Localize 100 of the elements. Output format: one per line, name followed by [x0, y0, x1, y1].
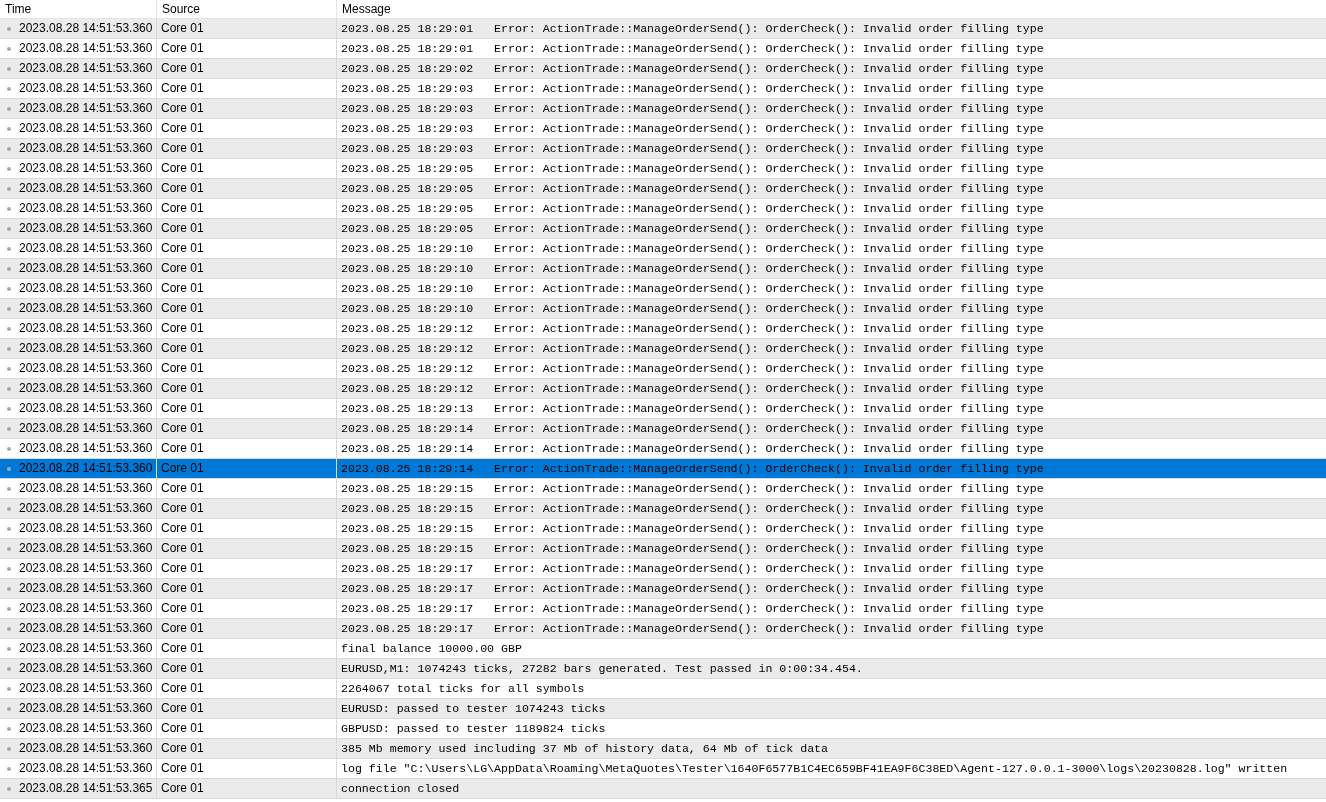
time-cell-text: 2023.08.28 14:51:53.360 — [19, 100, 153, 117]
log-row[interactable]: 2023.08.28 14:51:53.360 Core 01 2023.08.25 18:29:13 Error: ActionTrade::ManageOrderSend(): OrderCheck(): Invalid order filling type — [0, 399, 1326, 419]
source-cell-text: Core 01 — [161, 240, 204, 257]
bullet-icon — [7, 406, 11, 411]
log-row[interactable]: 2023.08.28 14:51:53.360 Core 01 2023.08.25 18:29:05 Error: ActionTrade::ManageOrderSend(): OrderCheck(): Invalid order filling type — [0, 199, 1326, 219]
log-row[interactable]: 2023.08.28 14:51:53.360 Core 01 2023.08.25 18:29:10 Error: ActionTrade::ManageOrderSend(): OrderCheck(): Invalid order filling type — [0, 239, 1326, 259]
source-cell-text: Core 01 — [161, 200, 204, 217]
message-cell-text: 2023.08.25 18:29:10 Error: ActionTrade::ManageOrderSend(): OrderCheck(): Invalid order filling type — [341, 261, 1044, 277]
message-cell-text: 2023.08.25 18:29:01 Error: ActionTrade::ManageOrderSend(): OrderCheck(): Invalid order filling type — [341, 21, 1044, 37]
log-row[interactable]: 2023.08.28 14:51:53.360 Core 01 2023.08.25 18:29:14 Error: ActionTrade::ManageOrderSend(): OrderCheck(): Invalid order filling type — [0, 459, 1326, 479]
message-cell-text: 2023.08.25 18:29:14 Error: ActionTrade::ManageOrderSend(): OrderCheck(): Invalid order filling type — [341, 441, 1044, 457]
source-cell-text: Core 01 — [161, 420, 204, 437]
log-row[interactable]: 2023.08.28 14:51:53.360 Core 01 2023.08.25 18:29:17 Error: ActionTrade::ManageOrderSend(): OrderCheck(): Invalid order filling type — [0, 579, 1326, 599]
log-row[interactable]: 2023.08.28 14:51:53.360 Core 01 2023.08.25 18:29:10 Error: ActionTrade::ManageOrderSend(): OrderCheck(): Invalid order filling type — [0, 299, 1326, 319]
bullet-icon — [7, 326, 11, 331]
time-cell-text: 2023.08.28 14:51:53.360 — [19, 620, 153, 637]
bullet-icon — [7, 26, 11, 31]
log-row[interactable]: 2023.08.28 14:51:53.360 Core 01 2023.08.25 18:29:01 Error: ActionTrade::ManageOrderSend(): OrderCheck(): Invalid order filling type — [0, 19, 1326, 39]
source-cell-text: Core 01 — [161, 280, 204, 297]
source-cell-text: Core 01 — [161, 400, 204, 417]
log-row[interactable]: 2023.08.28 14:51:53.360 Core 01 2023.08.25 18:29:05 Error: ActionTrade::ManageOrderSend(): OrderCheck(): Invalid order filling type — [0, 179, 1326, 199]
source-cell-text: Core 01 — [161, 360, 204, 377]
log-row[interactable]: 2023.08.28 14:51:53.360 Core 01 2023.08.25 18:29:02 Error: ActionTrade::ManageOrderSend(): OrderCheck(): Invalid order filling type — [0, 59, 1326, 79]
source-cell-text: Core 01 — [161, 500, 204, 517]
source-cell-text: Core 01 — [161, 40, 204, 57]
time-cell-text: 2023.08.28 14:51:53.360 — [19, 380, 153, 397]
log-row[interactable]: 2023.08.28 14:51:53.360 Core 01 2023.08.25 18:29:15 Error: ActionTrade::ManageOrderSend(): OrderCheck(): Invalid order filling type — [0, 539, 1326, 559]
message-cell-text: 2023.08.25 18:29:03 Error: ActionTrade::ManageOrderSend(): OrderCheck(): Invalid order filling type — [341, 141, 1044, 157]
message-cell-text: 385 Mb memory used including 37 Mb of history data, 64 Mb of tick data — [341, 741, 829, 757]
bullet-icon — [7, 126, 11, 131]
time-cell-text: 2023.08.28 14:51:53.360 — [19, 80, 153, 97]
source-cell-text: Core 01 — [161, 660, 204, 677]
time-cell-text: 2023.08.28 14:51:53.360 — [19, 680, 153, 697]
log-row[interactable]: 2023.08.28 14:51:53.360 Core 01 2023.08.25 18:29:12 Error: ActionTrade::ManageOrderSend(): OrderCheck(): Invalid order filling type — [0, 319, 1326, 339]
log-row[interactable]: 2023.08.28 14:51:53.360 Core 01 GBPUSD: passed to tester 1189824 ticks — [0, 719, 1326, 739]
time-cell-text: 2023.08.28 14:51:53.360 — [19, 340, 153, 357]
message-cell-text: 2023.08.25 18:29:15 Error: ActionTrade::ManageOrderSend(): OrderCheck(): Invalid order filling type — [341, 521, 1044, 537]
bullet-icon — [7, 566, 11, 571]
log-row[interactable]: 2023.08.28 14:51:53.360 Core 01 2023.08.25 18:29:12 Error: ActionTrade::ManageOrderSend(): OrderCheck(): Invalid order filling type — [0, 379, 1326, 399]
message-cell-text: 2023.08.25 18:29:14 Error: ActionTrade::ManageOrderSend(): OrderCheck(): Invalid order filling type — [341, 421, 1044, 437]
bullet-icon — [7, 266, 11, 271]
log-row[interactable]: 2023.08.28 14:51:53.360 Core 01 2023.08.25 18:29:10 Error: ActionTrade::ManageOrderSend(): OrderCheck(): Invalid order filling type — [0, 259, 1326, 279]
time-cell-text: 2023.08.28 14:51:53.360 — [19, 180, 153, 197]
log-row[interactable]: 2023.08.28 14:51:53.360 Core 01 2264067 total ticks for all symbols — [0, 679, 1326, 699]
message-cell-text: 2023.08.25 18:29:05 Error: ActionTrade::ManageOrderSend(): OrderCheck(): Invalid order filling type — [341, 161, 1044, 177]
time-cell-text: 2023.08.28 14:51:53.360 — [19, 400, 153, 417]
bullet-icon — [7, 346, 11, 351]
log-row[interactable]: 2023.08.28 14:51:53.360 Core 01 2023.08.25 18:29:15 Error: ActionTrade::ManageOrderSend(): OrderCheck(): Invalid order filling type — [0, 479, 1326, 499]
log-row[interactable]: 2023.08.28 14:51:53.360 Core 01 2023.08.25 18:29:10 Error: ActionTrade::ManageOrderSend(): OrderCheck(): Invalid order filling type — [0, 279, 1326, 299]
message-cell-text: 2023.08.25 18:29:12 Error: ActionTrade::ManageOrderSend(): OrderCheck(): Invalid order filling type — [341, 321, 1044, 337]
log-row[interactable]: 2023.08.28 14:51:53.360 Core 01 2023.08.25 18:29:15 Error: ActionTrade::ManageOrderSend(): OrderCheck(): Invalid order filling type — [0, 499, 1326, 519]
log-row[interactable]: 2023.08.28 14:51:53.360 Core 01 2023.08.25 18:29:05 Error: ActionTrade::ManageOrderSend(): OrderCheck(): Invalid order filling type — [0, 219, 1326, 239]
time-cell-text: 2023.08.28 14:51:53.360 — [19, 560, 153, 577]
log-row[interactable]: 2023.08.28 14:51:53.360 Core 01 2023.08.25 18:29:03 Error: ActionTrade::ManageOrderSend(): OrderCheck(): Invalid order filling type — [0, 79, 1326, 99]
bullet-icon — [7, 206, 11, 211]
log-row[interactable]: 2023.08.28 14:51:53.360 Core 01 2023.08.25 18:29:15 Error: ActionTrade::ManageOrderSend(): OrderCheck(): Invalid order filling type — [0, 519, 1326, 539]
log-row[interactable]: 2023.08.28 14:51:53.360 Core 01 2023.08.25 18:29:03 Error: ActionTrade::ManageOrderSend(): OrderCheck(): Invalid order filling type — [0, 99, 1326, 119]
log-row[interactable]: 2023.08.28 14:51:53.360 Core 01 2023.08.25 18:29:01 Error: ActionTrade::ManageOrderSend(): OrderCheck(): Invalid order filling type — [0, 39, 1326, 59]
log-row[interactable]: 2023.08.28 14:51:53.360 Core 01 2023.08.25 18:29:05 Error: ActionTrade::ManageOrderSend(): OrderCheck(): Invalid order filling type — [0, 159, 1326, 179]
time-cell-text: 2023.08.28 14:51:53.360 — [19, 200, 153, 217]
log-row[interactable]: 2023.08.28 14:51:53.360 Core 01 log file "C:\Users\LG\AppData\Roaming\MetaQuotes\Tester\1640F6577B1C4EC659BF41EA9F6C38ED\Agent-127.0.0.1-3000\logs\20230828.log" written — [0, 759, 1326, 779]
bullet-icon — [7, 686, 11, 691]
bullet-icon — [7, 386, 11, 391]
log-row[interactable]: 2023.08.28 14:51:53.360 Core 01 2023.08.25 18:29:12 Error: ActionTrade::ManageOrderSend(): OrderCheck(): Invalid order filling type — [0, 359, 1326, 379]
time-cell-text: 2023.08.28 14:51:53.360 — [19, 160, 153, 177]
source-cell-text: Core 01 — [161, 620, 204, 637]
message-cell-text: 2023.08.25 18:29:10 Error: ActionTrade::ManageOrderSend(): OrderCheck(): Invalid order filling type — [341, 301, 1044, 317]
bullet-icon — [7, 526, 11, 531]
time-cell-text: 2023.08.28 14:51:53.360 — [19, 460, 153, 477]
log-row[interactable]: 2023.08.28 14:51:53.360 Core 01 2023.08.25 18:29:03 Error: ActionTrade::ManageOrderSend(): OrderCheck(): Invalid order filling type — [0, 119, 1326, 139]
log-row[interactable]: 2023.08.28 14:51:53.360 Core 01 385 Mb memory used including 37 Mb of history data, 64 Mb of tick data — [0, 739, 1326, 759]
log-row[interactable]: 2023.08.28 14:51:53.360 Core 01 final balance 10000.00 GBP — [0, 639, 1326, 659]
bullet-icon — [7, 786, 11, 791]
source-cell-text: Core 01 — [161, 340, 204, 357]
source-cell-text: Core 01 — [161, 220, 204, 237]
bullet-icon — [7, 146, 11, 151]
message-cell-text: 2023.08.25 18:29:05 Error: ActionTrade::ManageOrderSend(): OrderCheck(): Invalid order filling type — [341, 221, 1044, 237]
source-cell-text: Core 01 — [161, 700, 204, 717]
time-cell-text: 2023.08.28 14:51:53.360 — [19, 280, 153, 297]
message-cell-text: 2264067 total ticks for all symbols — [341, 681, 585, 697]
message-cell-text: EURUSD: passed to tester 1074243 ticks — [341, 701, 606, 717]
message-cell-text: 2023.08.25 18:29:17 Error: ActionTrade::ManageOrderSend(): OrderCheck(): Invalid order filling type — [341, 561, 1044, 577]
message-cell-text: 2023.08.25 18:29:10 Error: ActionTrade::ManageOrderSend(): OrderCheck(): Invalid order filling type — [341, 281, 1044, 297]
log-row[interactable]: 2023.08.28 14:51:53.360 Core 01 EURUSD,M1: 1074243 ticks, 27282 bars generated. Test passed in 0:00:34.454. — [0, 659, 1326, 679]
time-cell-text: 2023.08.28 14:51:53.360 — [19, 420, 153, 437]
log-row[interactable]: 2023.08.28 14:51:53.360 Core 01 2023.08.25 18:29:17 Error: ActionTrade::ManageOrderSend(): OrderCheck(): Invalid order filling type — [0, 619, 1326, 639]
bullet-icon — [7, 666, 11, 671]
bullet-icon — [7, 306, 11, 311]
time-cell-text: 2023.08.28 14:51:53.360 — [19, 440, 153, 457]
message-cell-text: 2023.08.25 18:29:05 Error: ActionTrade::ManageOrderSend(): OrderCheck(): Invalid order filling type — [341, 181, 1044, 197]
log-row[interactable]: 2023.08.28 14:51:53.360 Core 01 2023.08.25 18:29:17 Error: ActionTrade::ManageOrderSend(): OrderCheck(): Invalid order filling type — [0, 599, 1326, 619]
log-row[interactable]: 2023.08.28 14:51:53.360 Core 01 2023.08.25 18:29:17 Error: ActionTrade::ManageOrderSend(): OrderCheck(): Invalid order filling type — [0, 559, 1326, 579]
log-row[interactable]: 2023.08.28 14:51:53.360 Core 01 2023.08.25 18:29:14 Error: ActionTrade::ManageOrderSend(): OrderCheck(): Invalid order filling type — [0, 419, 1326, 439]
log-row[interactable]: 2023.08.28 14:51:53.360 Core 01 2023.08.25 18:29:14 Error: ActionTrade::ManageOrderSend(): OrderCheck(): Invalid order filling type — [0, 439, 1326, 459]
log-row[interactable]: 2023.08.28 14:51:53.360 Core 01 2023.08.25 18:29:12 Error: ActionTrade::ManageOrderSend(): OrderCheck(): Invalid order filling type — [0, 339, 1326, 359]
source-cell-text: Core 01 — [161, 580, 204, 597]
log-row[interactable]: 2023.08.28 14:51:53.365 Core 01 connection closed — [0, 779, 1326, 799]
source-cell-text: Core 01 — [161, 720, 204, 737]
log-row[interactable]: 2023.08.28 14:51:53.360 Core 01 EURUSD: passed to tester 1074243 ticks — [0, 699, 1326, 719]
log-row[interactable]: 2023.08.28 14:51:53.360 Core 01 2023.08.25 18:29:03 Error: ActionTrade::ManageOrderSend(): OrderCheck(): Invalid order filling type — [0, 139, 1326, 159]
